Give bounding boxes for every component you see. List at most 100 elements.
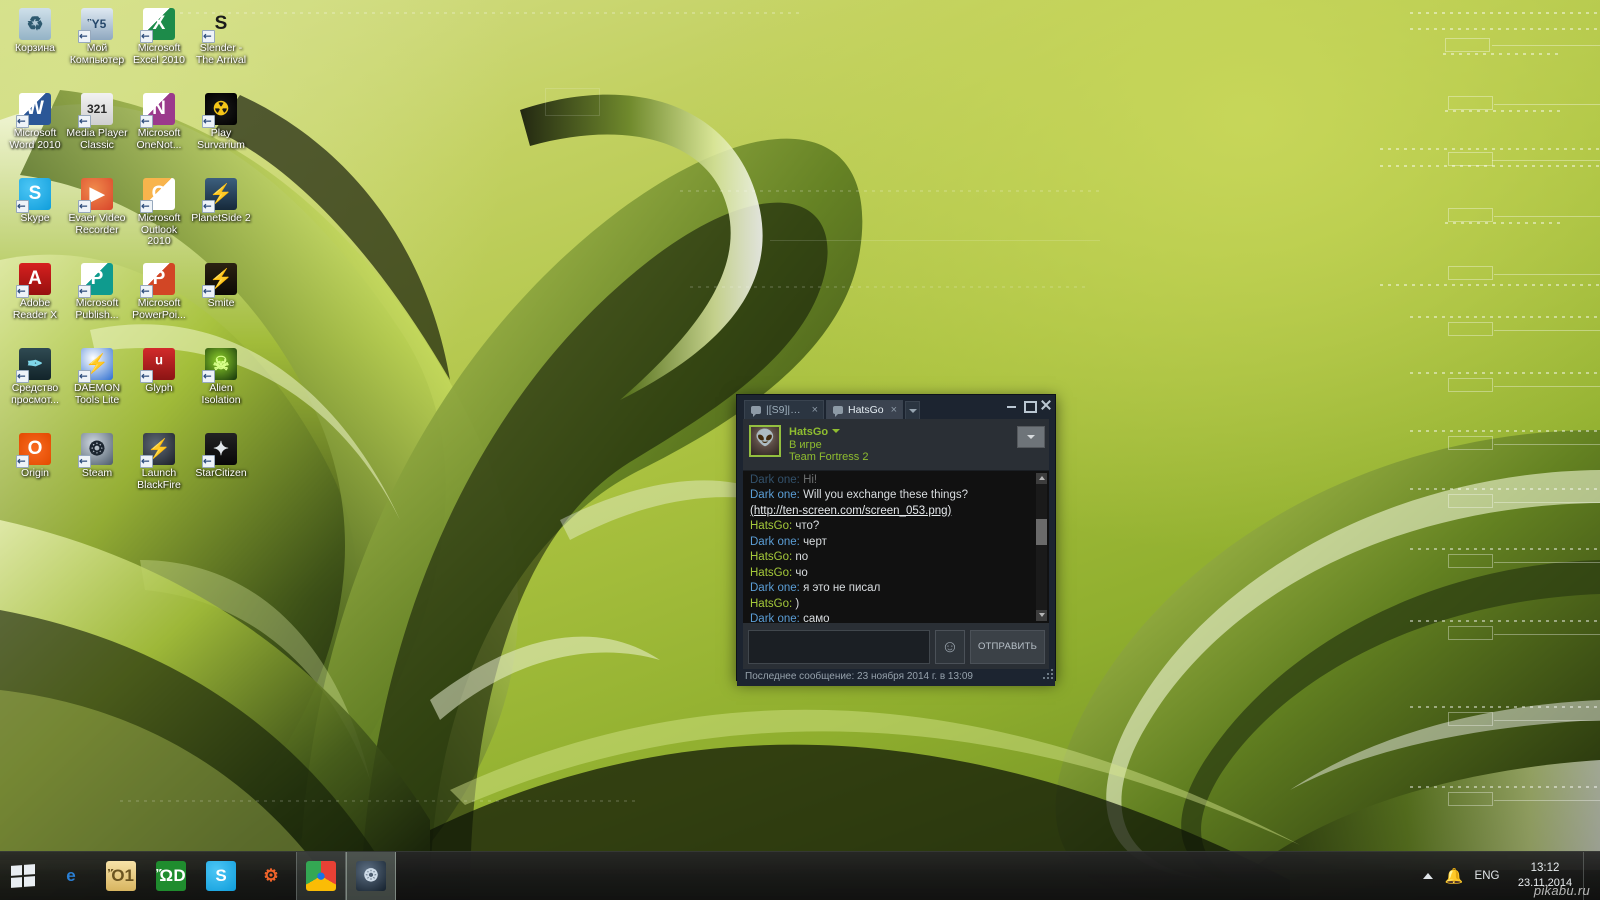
- chat-tab-active[interactable]: HatsGo ×: [826, 400, 904, 419]
- taskbar-item-google-chrome[interactable]: ●: [296, 852, 346, 900]
- chat-message: Dark one: Will you exchange these things…: [750, 488, 1033, 504]
- store-icon: ὬD: [156, 861, 186, 891]
- my-computer-icon: Ὓ5: [78, 8, 113, 43]
- desktop-icon-planetside2[interactable]: ⚡PlanetSide 2: [190, 174, 252, 259]
- desktop-icon-survarium[interactable]: ☢ Play Survarium: [190, 89, 252, 174]
- desktop-icon-launch-blackfire[interactable]: ⚡Launch BlackFire: [128, 429, 190, 514]
- avatar[interactable]: 👽: [749, 425, 781, 457]
- taskbar[interactable]: e Ὄ1 ὬD S ⚙ ● ❂ 🔔 ENG 13:12 23.11.2014: [0, 851, 1600, 900]
- scroll-down-button[interactable]: [1036, 609, 1047, 621]
- taskbar-item-utorrent[interactable]: ⚙: [246, 852, 296, 900]
- message-text: Hi!: [803, 473, 818, 486]
- taskbar-item-skype[interactable]: S: [196, 852, 246, 900]
- shortcut-overlay-icon: [202, 285, 215, 298]
- desktop-icon-excel[interactable]: X Microsoft Excel 2010: [128, 4, 190, 89]
- chat-status-line: Последнее сообщение: 23 ноября 2014 г. в…: [737, 668, 1055, 686]
- desktop-icon-alien-isolation[interactable]: ☠ Alien Isolation: [190, 344, 252, 429]
- scroll-up-button[interactable]: [1036, 472, 1047, 484]
- taskbar-items[interactable]: e Ὄ1 ὬD S ⚙ ● ❂: [46, 852, 396, 900]
- skype-icon: S: [206, 861, 236, 891]
- taskbar-item-internet-explorer[interactable]: e: [46, 852, 96, 900]
- taskbar-item-store[interactable]: ὬD: [146, 852, 196, 900]
- desktop-icon-onenote[interactable]: N Microsoft OneNot...: [128, 89, 190, 174]
- desktop-icon-glyph[interactable]: ͧGlyph: [128, 344, 190, 429]
- desktop-icon-photo-viewer[interactable]: ✒ Средство просмот...: [4, 344, 66, 429]
- system-tray[interactable]: 🔔 ENG 13:12 23.11.2014: [1415, 852, 1600, 900]
- desktop-icon-starcitizen[interactable]: ✦ StarCitizen: [190, 429, 252, 514]
- desktop-icon-my-computer[interactable]: Ὓ5 Мой Компьютер: [66, 4, 128, 89]
- maximize-button[interactable]: [1023, 399, 1037, 413]
- message-text: чо: [795, 566, 808, 579]
- friend-status: В игре: [789, 438, 822, 451]
- desktop-icon-daemon-tools[interactable]: ⚡DAEMON Tools Lite: [66, 344, 128, 429]
- shortcut-overlay-icon: [78, 115, 91, 128]
- smiley-icon[interactable]: ☺: [934, 629, 965, 664]
- chat-scrollbar[interactable]: [1036, 472, 1047, 621]
- message-input[interactable]: [748, 629, 930, 664]
- chat-compose-area[interactable]: ☺ ОТПРАВИТЬ: [743, 622, 1049, 669]
- schematic-dotted-line: [180, 12, 800, 14]
- desktop-icon-publisher[interactable]: P Microsoft Publish...: [66, 259, 128, 344]
- friend-name[interactable]: HatsGo: [789, 426, 828, 439]
- message-speaker: HatsGo:: [750, 520, 796, 532]
- shortcut-overlay-icon: [202, 115, 215, 128]
- desktop-icon-powerpoint[interactable]: P Microsoft PowerPoi...: [128, 259, 190, 344]
- taskbar-item-steam[interactable]: ❂: [346, 852, 396, 900]
- alien-isolation-icon: ☠: [202, 348, 237, 383]
- chat-bubble-icon: [751, 406, 761, 417]
- desktop-icon-skype[interactable]: S Skype: [4, 174, 66, 259]
- desktop-icon-smite[interactable]: ⚡Smite: [190, 259, 252, 344]
- outlook-icon: O: [140, 178, 175, 213]
- icon-glyph: N: [152, 98, 166, 119]
- chat-titlebar[interactable]: |[S9]|Nya... × HatsGo ×: [737, 395, 1055, 419]
- desktop-icon-grid[interactable]: ♻ Корзина Ὓ5 Мой Компьютер X Microsoft Excel …: [4, 4, 252, 514]
- chat-tab-label: HatsGo: [848, 404, 884, 416]
- chat-message-list[interactable]: Dark one: Hi! Dark one: Will you exchange…: [743, 470, 1049, 623]
- recycle-bin-icon: ♻: [19, 8, 51, 40]
- start-button[interactable]: [0, 852, 46, 900]
- shortcut-overlay-icon: [140, 115, 153, 128]
- chat-message: Dark one: черт: [750, 535, 1033, 551]
- launch-blackfire-icon: ⚡: [140, 433, 175, 468]
- message-link[interactable]: (http://ten-screen.com/screen_053.png): [750, 505, 951, 517]
- show-desktop-button[interactable]: [1583, 852, 1592, 900]
- close-icon[interactable]: ×: [891, 404, 897, 416]
- schematic-dotted-line: [1443, 53, 1563, 55]
- schematic-dotted-line: [1410, 488, 1600, 490]
- chat-tab-inactive[interactable]: |[S9]|Nya... ×: [744, 400, 824, 419]
- desktop-icon-evaer[interactable]: ▶ Evaer Video Recorder: [66, 174, 128, 259]
- desktop-icon-adobe-reader[interactable]: A Adobe Reader X: [4, 259, 66, 344]
- close-button[interactable]: [1040, 399, 1052, 411]
- tab-overflow-button[interactable]: [905, 401, 921, 419]
- show-hidden-icons-button[interactable]: [1415, 852, 1441, 900]
- desktop-icon-steam[interactable]: ❂ Steam: [66, 429, 128, 514]
- resize-grip[interactable]: [1043, 669, 1053, 679]
- scrollbar-thumb[interactable]: [1036, 518, 1047, 545]
- language-indicator[interactable]: ENG: [1467, 870, 1507, 882]
- desktop-icon-label: PlanetSide 2: [191, 212, 251, 224]
- shortcut-overlay-icon: [78, 455, 91, 468]
- chat-actions-menu-button[interactable]: [1017, 426, 1045, 448]
- desktop-icon-media-player-classic[interactable]: 321 Media Player Classic: [66, 89, 128, 174]
- chevron-down-icon[interactable]: [832, 429, 841, 433]
- desktop-icon-word[interactable]: WMicrosoft Word 2010: [4, 89, 66, 174]
- desktop-icon-origin[interactable]: O Origin: [4, 429, 66, 514]
- minimize-button[interactable]: [1006, 399, 1018, 411]
- desktop-icon-recycle-bin[interactable]: ♻ Корзина: [4, 4, 66, 89]
- desktop-icon-slender[interactable]: S Slender - The Arrival: [190, 4, 252, 89]
- window-controls[interactable]: [1006, 399, 1052, 413]
- desktop-icon-outlook[interactable]: O Microsoft Outlook 2010: [128, 174, 190, 259]
- message-text: я это не писал: [803, 582, 881, 594]
- chat-tab-strip[interactable]: |[S9]|Nya... × HatsGo ×: [744, 400, 905, 419]
- clock[interactable]: 13:12 23.11.2014: [1507, 861, 1583, 891]
- icon-glyph: S: [28, 183, 42, 204]
- close-icon[interactable]: ×: [812, 404, 818, 416]
- steam-chat-window[interactable]: |[S9]|Nya... × HatsGo × 👽 HatsGo В игре Tea…: [736, 394, 1056, 686]
- notifications-button[interactable]: 🔔: [1441, 852, 1467, 900]
- schematic-line: [770, 240, 1100, 241]
- shortcut-overlay-icon: [16, 455, 29, 468]
- desktop[interactable]: ♻ Корзина Ὓ5 Мой Компьютер X Microsoft Excel …: [0, 0, 1600, 900]
- shortcut-overlay-icon: [78, 200, 91, 213]
- taskbar-item-file-explorer[interactable]: Ὄ1: [96, 852, 146, 900]
- send-button[interactable]: ОТПРАВИТЬ: [969, 629, 1045, 664]
